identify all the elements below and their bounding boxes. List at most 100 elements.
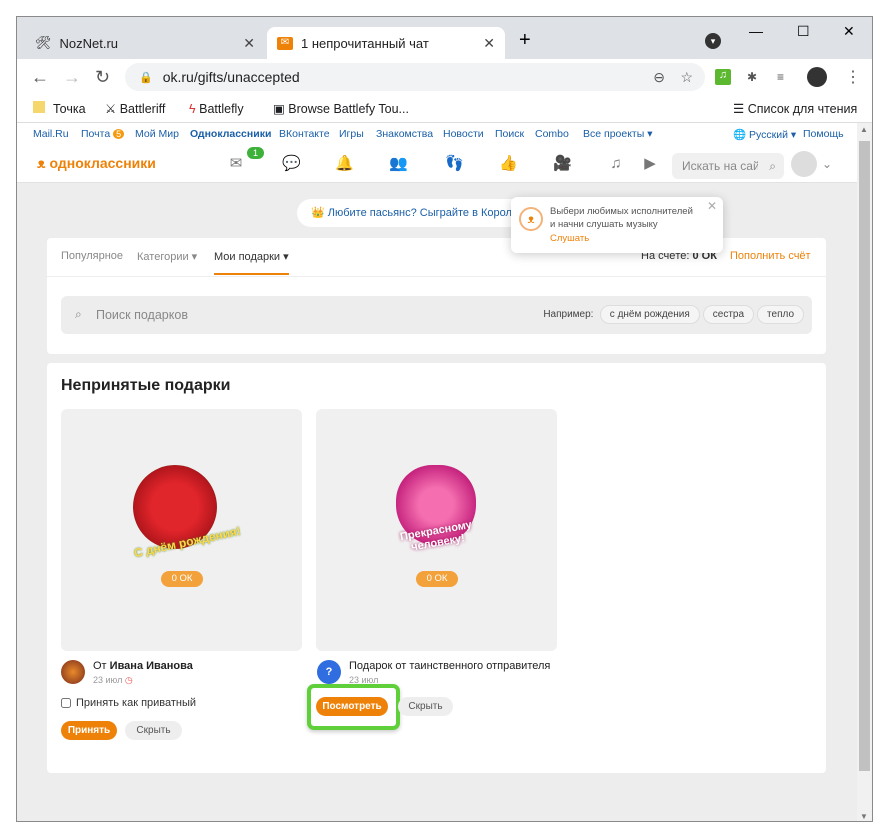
chip-warm[interactable]: тепло: [757, 305, 804, 324]
tab-my-gifts[interactable]: Мои подарки ▾: [214, 250, 289, 275]
reload-button[interactable]: ↻: [95, 67, 110, 88]
nav-ok[interactable]: Одноклассники: [190, 128, 271, 140]
chevron-down-icon[interactable]: ⌄: [822, 157, 832, 171]
language-select[interactable]: 🌐 Русский ▾: [733, 128, 796, 141]
nav-pochta[interactable]: Почта 5: [81, 128, 125, 140]
portal-nav: Mail.Ru Почта 5 Мой Мир Одноклассники ВК…: [17, 123, 858, 145]
bookmark-star-icon[interactable]: ☆: [680, 69, 693, 86]
play-icon[interactable]: ▶: [641, 156, 659, 172]
ok-header: ᴥ одноклассники ✉ 1 💬 🔔 👥 👣 👍 🎥 ♫ ▶ Иска…: [17, 145, 858, 183]
close-window-button[interactable]: ✕: [843, 23, 855, 40]
messages-icon[interactable]: ✉: [227, 156, 245, 172]
bookmark-tochka[interactable]: Точка: [33, 101, 86, 116]
browser-window: 🛠 NozNet.ru ✕ ✉ 1 непрочитанный чат ✕ + ▾ — …: [16, 16, 873, 822]
zoom-icon[interactable]: ⊖: [653, 69, 665, 86]
scroll-up-icon[interactable]: ▲: [860, 125, 868, 134]
tab-search-button[interactable]: ▾: [705, 33, 721, 49]
nav-search[interactable]: Поиск: [495, 128, 524, 140]
music-popup: ᴥ Выбери любимых исполнителей и начни сл…: [511, 197, 723, 253]
tools-icon: 🛠: [35, 35, 52, 50]
guests-icon[interactable]: 👣: [445, 156, 464, 172]
forward-button[interactable]: →: [63, 67, 81, 88]
scrollbar-thumb[interactable]: [859, 141, 870, 771]
gift-card-roses[interactable]: С днём рождения! 0 ОК: [61, 409, 302, 651]
nav-help[interactable]: Помощь: [803, 128, 844, 140]
video-icon[interactable]: 🎥: [553, 156, 572, 172]
tab-bar: 🛠 NozNet.ru ✕ ✉ 1 непрочитанный чат ✕ + ▾ — …: [17, 17, 872, 59]
clock-icon: ◷: [124, 675, 133, 685]
sender-name: Подарок от таинственного отправителя: [349, 660, 551, 672]
mail-count-badge: 5: [113, 129, 125, 139]
unaccepted-gifts-card: Непринятые подарки С днём рождения! 0 ОК…: [47, 363, 826, 773]
address-bar[interactable]: 🔒 ok.ru/gifts/unaccepted ⊖ ☆: [125, 63, 705, 91]
tab-popular[interactable]: Популярное: [61, 250, 123, 262]
minimize-button[interactable]: —: [749, 23, 763, 39]
maximize-button[interactable]: ☐: [797, 23, 810, 40]
menu-icon[interactable]: ⋮: [845, 67, 861, 87]
bookmarks-bar: Точка ⚔ Battleriff ϟ Battlefly ▣ Browse …: [17, 95, 872, 123]
likes-icon[interactable]: 👍: [499, 156, 518, 172]
page: Mail.Ru Почта 5 Мой Мир Одноклассники ВК…: [17, 123, 858, 821]
private-checkbox[interactable]: Принять как приватный: [61, 697, 196, 709]
ok-search-input[interactable]: Искать на сайте⌕: [672, 153, 784, 179]
nav-dating[interactable]: Знакомства: [376, 128, 433, 140]
bookmark-battlefy[interactable]: ▣ Browse Battlefy Tou...: [273, 101, 409, 116]
user-avatar[interactable]: [791, 151, 817, 177]
music-icon[interactable]: ♫: [607, 156, 625, 172]
ok-logo[interactable]: ᴥ одноклассники: [37, 155, 156, 171]
friends-icon[interactable]: 👥: [389, 156, 408, 172]
divider: [47, 276, 826, 277]
scroll-down-icon[interactable]: ▼: [860, 812, 868, 821]
back-button[interactable]: ←: [31, 67, 49, 88]
scrollbar[interactable]: ▲ ▼: [857, 123, 872, 821]
nav-moimir[interactable]: Мой Мир: [135, 128, 179, 140]
crown-icon: 👑: [311, 207, 325, 219]
topup-link[interactable]: Пополнить счёт: [730, 250, 811, 262]
bookmark-battlefly[interactable]: ϟ Battlefly: [189, 102, 244, 116]
accept-button[interactable]: Принять: [61, 721, 117, 740]
notifications-icon[interactable]: 🔔: [335, 156, 354, 172]
tab-noznet[interactable]: 🛠 NozNet.ru ✕: [25, 27, 265, 59]
nav-games[interactable]: Игры: [339, 128, 364, 140]
nav-mailru[interactable]: Mail.Ru: [33, 128, 69, 140]
gift-price: 0 ОК: [161, 571, 203, 587]
music-extension-icon[interactable]: ♫: [715, 69, 731, 85]
hide-button[interactable]: Скрыть: [398, 697, 453, 716]
close-icon[interactable]: ✕: [707, 199, 717, 213]
sender-name[interactable]: От Ивана Иванова: [93, 660, 193, 672]
gift-card-tulip[interactable]: Прекрасному человеку! 0 ОК: [316, 409, 557, 651]
nav-vk[interactable]: ВКонтакте: [279, 128, 330, 140]
nav-combo[interactable]: Combo: [535, 128, 569, 140]
bookmark-battleriff[interactable]: ⚔ Battleriff: [105, 101, 165, 116]
view-button[interactable]: Посмотреть: [316, 697, 388, 716]
tab-ok-chat[interactable]: ✉ 1 непрочитанный чат ✕: [267, 27, 505, 59]
search-icon: ⌕: [769, 159, 776, 173]
media-icon[interactable]: ≡: [777, 70, 784, 84]
reading-list[interactable]: ☰ Список для чтения: [733, 101, 857, 116]
nav-all-projects[interactable]: Все проекты ▾: [583, 128, 652, 140]
chip-sister[interactable]: сестра: [702, 305, 755, 324]
promo-banner[interactable]: 👑 Любите пасьянс? Сыграйте в Королевский…: [297, 199, 537, 227]
sender-avatar[interactable]: [61, 660, 85, 684]
extensions-icon[interactable]: ✱: [747, 70, 757, 84]
close-tab-icon[interactable]: ✕: [483, 35, 495, 52]
chip-birthday[interactable]: с днём рождения: [599, 305, 700, 324]
gift-price: 0 ОК: [416, 571, 458, 587]
discussions-icon[interactable]: 💬: [282, 156, 301, 172]
gift-search: ⌕ Поиск подарков Например: с днём рожден…: [61, 296, 812, 334]
gift-search-input[interactable]: Поиск подарков: [96, 308, 188, 322]
profile-avatar[interactable]: [807, 67, 827, 87]
ok-logo-icon: ᴥ: [37, 155, 50, 171]
search-icon: ⌕: [75, 307, 82, 321]
hide-button[interactable]: Скрыть: [125, 721, 182, 740]
gifts-nav-card: Популярное Категории ▾ Мои подарки ▾ На …: [47, 238, 826, 354]
nav-news[interactable]: Новости: [443, 128, 484, 140]
ok-icon: ᴥ: [519, 207, 543, 231]
listen-link[interactable]: Слушать: [550, 233, 589, 244]
tab-categories[interactable]: Категории ▾: [137, 250, 197, 263]
search-examples: Например: с днём рождения сестра тепло: [543, 305, 804, 324]
new-tab-button[interactable]: +: [519, 29, 531, 52]
folder-icon: [33, 101, 45, 113]
close-tab-icon[interactable]: ✕: [243, 35, 255, 52]
toolbar: ← → ↻ 🔒 ok.ru/gifts/unaccepted ⊖ ☆ ♫ ✱ ≡ ⋮: [17, 59, 872, 95]
